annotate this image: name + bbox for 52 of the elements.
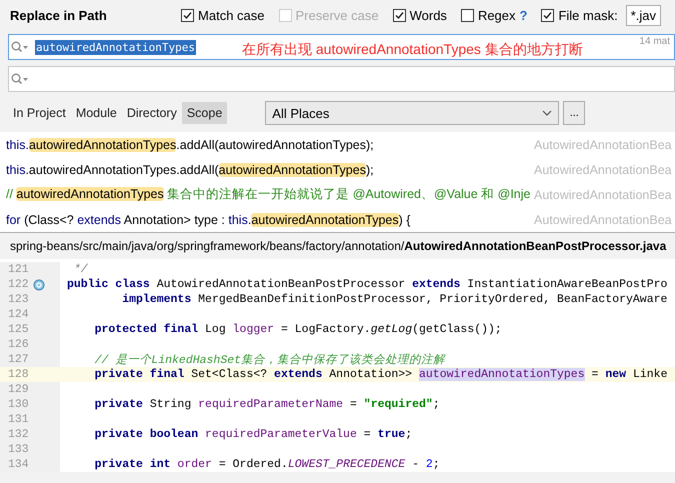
line-number: 121 bbox=[8, 263, 29, 276]
line-number: 132 bbox=[8, 428, 29, 441]
search-field[interactable]: autowiredAnnotationTypes 在所有出现 autowiredAnnotationTypes 集合的地方打断 14 mat bbox=[8, 34, 675, 60]
code-line: private String requiredParameterName = "required"; bbox=[94, 398, 440, 411]
dialog-title: Replace in Path bbox=[10, 8, 108, 22]
line-number: 131 bbox=[8, 413, 29, 426]
checkbox-label[interactable]: Regex bbox=[478, 8, 516, 22]
class-marker-icon[interactable] bbox=[32, 278, 45, 290]
result-row[interactable]: this.autowiredAnnotationTypes.addAll(autowiredAnnotationTypes); AutowiredAnnotationBea bbox=[0, 132, 675, 157]
replace-field[interactable] bbox=[8, 66, 675, 92]
code-line: implements MergedBeanDefinitionPostProcessor, PriorityOrdered, BeanFactoryAware bbox=[121, 293, 668, 306]
checkbox-label[interactable]: Match case bbox=[198, 8, 265, 22]
line-number: 122 bbox=[8, 278, 29, 291]
checkbox[interactable] bbox=[460, 8, 474, 22]
checkbox[interactable] bbox=[541, 8, 554, 22]
result-row[interactable]: this.autowiredAnnotationTypes.addAll(autowiredAnnotationTypes); AutowiredAnnotationBea bbox=[0, 157, 675, 182]
checkbox-label[interactable]: Words bbox=[410, 8, 447, 22]
checkbox[interactable] bbox=[181, 8, 194, 22]
line-number: 134 bbox=[8, 458, 29, 471]
line-number: 130 bbox=[8, 398, 29, 411]
checkbox-label[interactable]: File mask: bbox=[558, 8, 618, 22]
scope-tab[interactable]: Module bbox=[70, 102, 122, 124]
code-line: public class AutowiredAnnotationBeanPostProcessor extends InstantiationAwareBeanPostPro bbox=[66, 278, 668, 291]
result-row[interactable]: for (Class<? extends Annotation> type : this.autowiredAnnotationTypes) { AutowiredAnnotationBea bbox=[0, 207, 675, 232]
code-line: private int order = Ordered.LOWEST_PRECEDENCE - 2; bbox=[94, 458, 440, 471]
line-number: 127 bbox=[8, 353, 29, 366]
code-line: // 是一个LinkedHashSet集合，集合中保存了该类会处理的注解 bbox=[94, 352, 446, 367]
scope-tab[interactable]: In Project bbox=[8, 102, 71, 124]
chevron-down-icon bbox=[542, 110, 552, 116]
code-line: protected final Log logger = LogFactory.getLog(getClass()); bbox=[94, 323, 502, 336]
line-number: 124 bbox=[8, 308, 29, 321]
line-number: 128 bbox=[8, 368, 29, 381]
annotation-note: 在所有出现 autowiredAnnotationTypes 集合的地方打断 bbox=[242, 42, 583, 57]
search-icon[interactable] bbox=[11, 73, 29, 85]
help-link[interactable]: ? bbox=[520, 8, 528, 22]
code-line: */ bbox=[72, 263, 88, 276]
checkbox[interactable] bbox=[392, 8, 406, 22]
file-mask-field[interactable]: *.jav bbox=[626, 4, 661, 26]
line-number: 123 bbox=[8, 293, 29, 306]
more-button[interactable]: ... bbox=[563, 101, 586, 125]
scope-tab[interactable]: Directory bbox=[122, 102, 182, 124]
line-number: 125 bbox=[8, 323, 29, 336]
line-number: 129 bbox=[8, 383, 29, 396]
code-line: private boolean requiredParameterValue = true; bbox=[94, 428, 412, 441]
search-icon[interactable] bbox=[11, 41, 29, 53]
line-number: 133 bbox=[8, 443, 29, 456]
scope-dropdown[interactable]: All Places bbox=[265, 101, 560, 125]
scope-tab[interactable]: Scope bbox=[182, 102, 228, 124]
match-count: 14 mat bbox=[639, 36, 670, 47]
result-row[interactable]: // autowiredAnnotationTypes 集合中的注解在一开始就说了是 @Autowired、@Value 和 @Inje AutowiredAnnotationBea bbox=[0, 182, 675, 207]
line-number: 126 bbox=[8, 338, 29, 351]
code-line: private final Set<Class<? extends Annotation>> autowiredAnnotationTypes = new Linke bbox=[94, 368, 668, 381]
